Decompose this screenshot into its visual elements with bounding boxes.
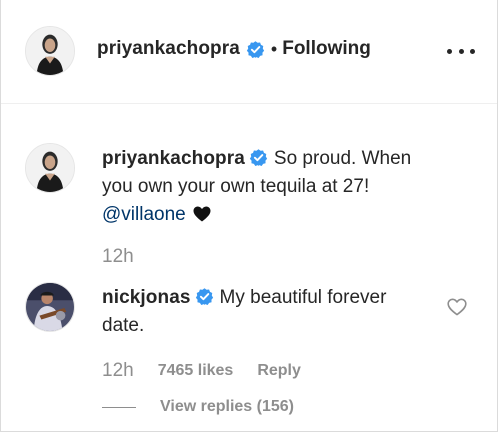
dot [447, 48, 452, 54]
more-options-icon[interactable] [447, 41, 475, 61]
comment-body: nickjonas My beautiful forever date. [102, 284, 432, 340]
verified-badge-icon [246, 40, 265, 59]
comment-likes-count[interactable]: 7465 likes [158, 362, 234, 380]
separator-dot: • [270, 38, 278, 59]
commenter-username[interactable]: priyankachopra [102, 148, 245, 169]
post-comments-panel: priyankachopra • Following priyankachopr… [0, 0, 498, 432]
verified-badge-icon [195, 287, 214, 306]
mention-link[interactable]: @villaone [102, 204, 186, 225]
comment-meta: 12h 7465 likes Reply [102, 360, 301, 382]
profile-photo-icon [26, 283, 74, 331]
view-replies-button[interactable]: View replies (156) [102, 398, 294, 416]
comment-meta: 12h [102, 246, 158, 268]
commenter-avatar[interactable] [25, 143, 75, 193]
heart-outline-icon[interactable] [447, 298, 467, 316]
reply-button[interactable]: Reply [257, 362, 301, 380]
dot [458, 48, 464, 54]
comment-timestamp[interactable]: 12h [102, 360, 134, 382]
author-username[interactable]: priyankachopra [97, 38, 240, 60]
post-header: priyankachopra • Following [1, 0, 497, 104]
profile-photo-icon [26, 27, 74, 75]
commenter-username[interactable]: nickjonas [102, 287, 191, 308]
view-replies-label: View replies (156) [160, 398, 294, 415]
verified-badge-icon [249, 148, 268, 167]
author-avatar[interactable] [25, 26, 75, 76]
comment-timestamp[interactable]: 12h [102, 246, 134, 268]
black-heart-icon [193, 206, 211, 222]
profile-photo-icon [26, 144, 74, 192]
following-button[interactable]: Following [282, 38, 371, 60]
dot [470, 48, 475, 54]
replies-divider [102, 406, 136, 408]
header-user-row: priyankachopra • Following [97, 38, 371, 60]
commenter-avatar[interactable] [25, 282, 75, 332]
comment-body: priyankachopra So proud. When you own you… [102, 145, 432, 229]
